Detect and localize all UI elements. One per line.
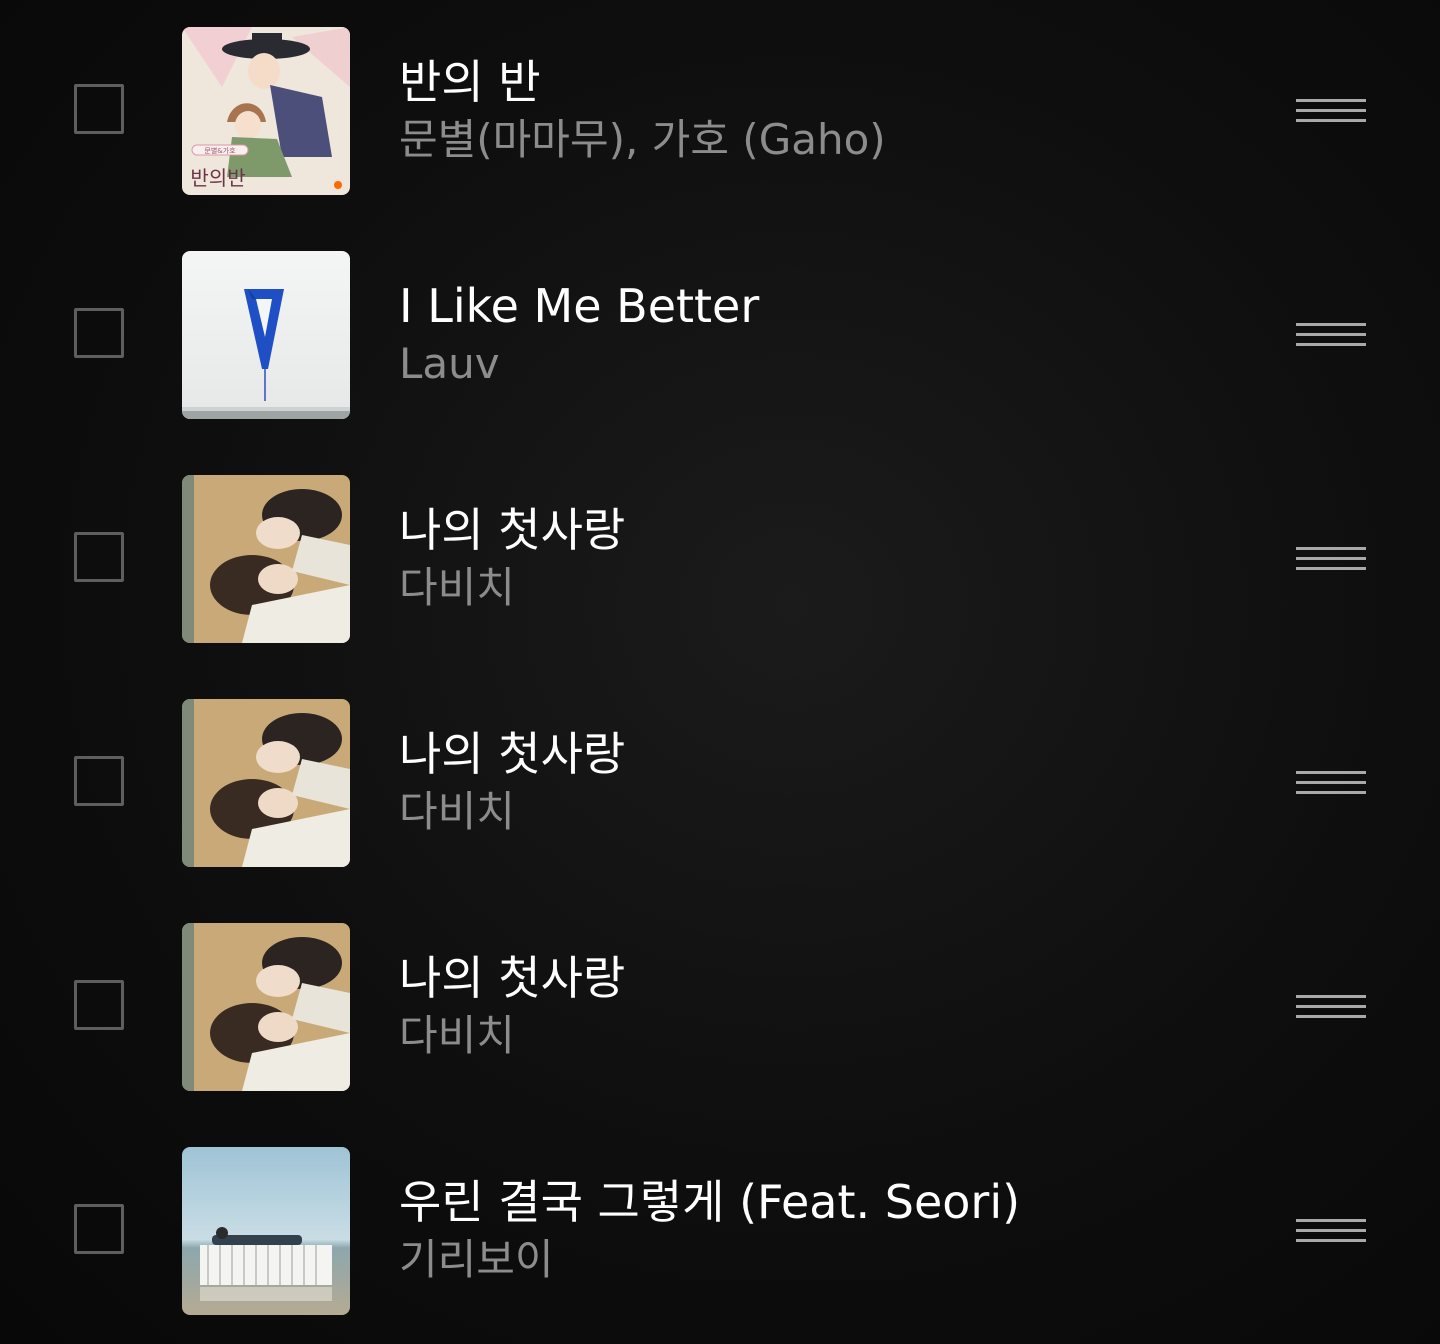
white-fence-by-sea-cover-image [182,1147,350,1315]
track-title: 반의 반 [399,55,541,109]
track-row[interactable]: 우린 결국 그렇게 (Feat. Seori) 기리보이 [0,1120,1440,1344]
two-women-lying-cover-image [182,475,350,643]
track-artist: 다비치 [399,563,515,612]
album-art [182,923,350,1091]
drag-handle-icon[interactable] [1296,99,1366,123]
svg-text:문별&가호: 문별&가호 [204,146,236,155]
track-title: 우린 결국 그렇게 (Feat. Seori) [399,1175,1021,1229]
track-checkbox[interactable] [74,980,124,1030]
track-artist: Lauv [399,339,500,388]
drag-handle-icon[interactable] [1296,323,1366,347]
album-art: 문별&가호 반의반 [182,27,350,195]
track-checkbox[interactable] [74,308,124,358]
album-art [182,1147,350,1315]
track-artist: 다비치 [399,787,515,836]
album-art [182,251,350,419]
track-artist: 다비치 [399,1011,515,1060]
track-row[interactable]: 나의 첫사랑 다비치 [0,672,1440,896]
two-women-lying-cover-image [182,923,350,1091]
track-artist: 문별(마마무), 가호 (Gaho) [399,115,886,164]
track-row[interactable]: 나의 첫사랑 다비치 [0,448,1440,672]
track-checkbox[interactable] [74,756,124,806]
track-checkbox[interactable] [74,532,124,582]
blue-v-on-white-cover-image [182,251,350,419]
track-row[interactable]: I Like Me Better Lauv [0,224,1440,448]
track-title: 나의 첫사랑 [399,503,626,557]
album-art [182,699,350,867]
drag-handle-icon[interactable] [1296,771,1366,795]
album-art-text: 반의반 [190,166,245,190]
drag-handle-icon[interactable] [1296,995,1366,1019]
track-row[interactable]: 문별&가호 반의반 반의 반 문별(마마무), 가호 (Gaho) [0,0,1440,224]
two-women-lying-cover-image [182,699,350,867]
track-title: I Like Me Better [399,279,760,333]
track-title: 나의 첫사랑 [399,727,626,781]
track-artist: 기리보이 [399,1235,554,1284]
track-checkbox[interactable] [74,1204,124,1254]
track-row[interactable]: 나의 첫사랑 다비치 [0,896,1440,1120]
drag-handle-icon[interactable] [1296,1219,1366,1243]
playlist: 문별&가호 반의반 반의 반 문별(마마무), 가호 (Gaho) I Like… [0,0,1440,1344]
album-art [182,475,350,643]
drag-handle-icon[interactable] [1296,547,1366,571]
illustrated-couple-cover-image: 문별&가호 반의반 [182,27,350,195]
track-title: 나의 첫사랑 [399,951,626,1005]
track-checkbox[interactable] [74,84,124,134]
